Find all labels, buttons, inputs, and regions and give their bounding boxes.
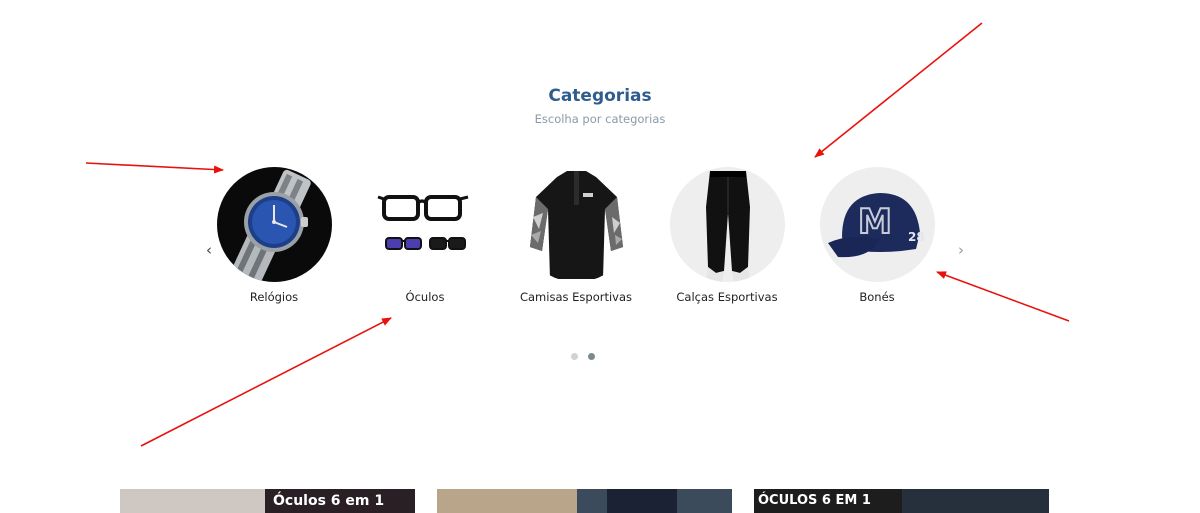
banner-photo [437,489,577,513]
banner-text: Óculos 6 em 1 [273,493,385,509]
promo-banner-2[interactable] [437,489,732,513]
annotation-arrow [814,22,983,158]
banner-photo [902,489,1049,513]
annotation-arrows [85,22,1070,447]
banner-photo [120,489,265,513]
annotation-arrow [140,317,392,447]
annotation-arrow [936,271,1070,322]
banner-text: ÓCULOS 6 EM 1 [758,493,871,508]
sunglasses-image [607,489,677,513]
promo-banner-3[interactable]: ÓCULOS 6 EM 1 [754,489,1049,513]
promo-banner-1[interactable]: Óculos 6 em 1 [120,489,415,513]
annotation-arrow [85,162,224,174]
